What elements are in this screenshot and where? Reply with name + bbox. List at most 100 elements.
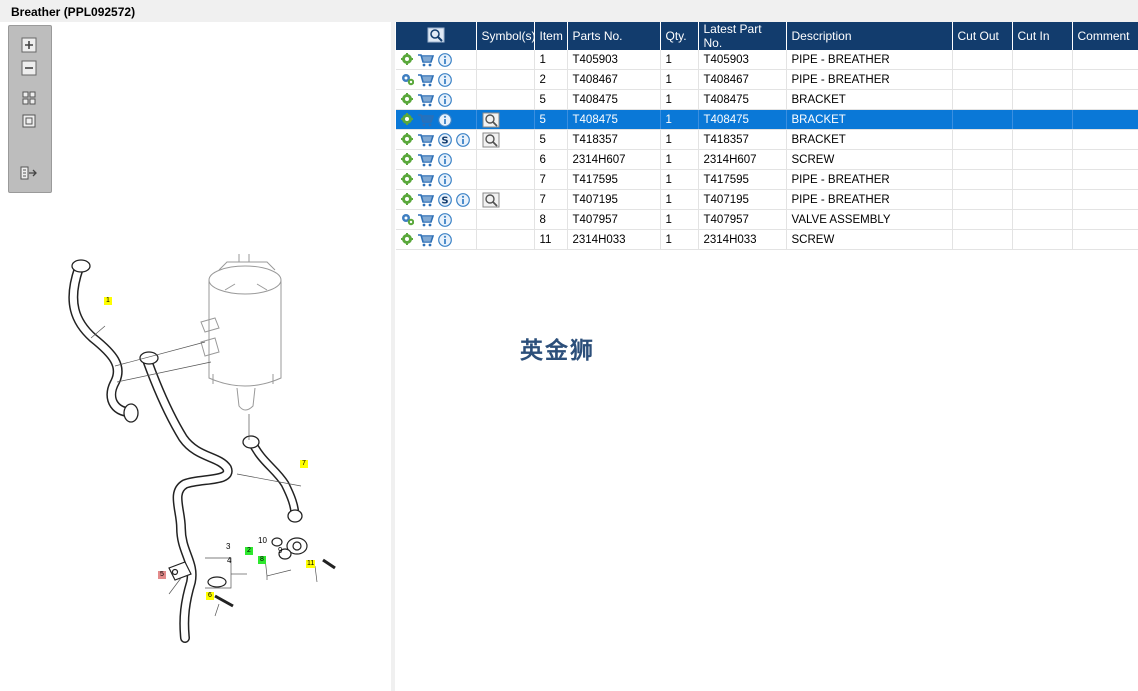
info-icon[interactable] [438, 212, 452, 227]
callout-10[interactable]: 10 [258, 536, 267, 545]
diagram-panel[interactable]: 1 2 3 4 5 6 7 8 9 10 11 [5, 22, 392, 691]
column-header-description[interactable]: Description [786, 22, 953, 50]
cell-cut-out [952, 50, 1013, 70]
cart-icon[interactable] [418, 233, 434, 247]
cart-icon[interactable] [418, 133, 434, 147]
row-symbols [476, 169, 535, 190]
cell-description: SCREW [786, 229, 953, 250]
cart-icon[interactable] [418, 73, 434, 87]
callout-6[interactable]: 6 [206, 592, 214, 600]
column-header-latest-part-no[interactable]: Latest Part No. [698, 22, 787, 50]
cell-latest-part-no: T408475 [698, 89, 787, 110]
cell-qty: 1 [660, 149, 699, 170]
assembly-gears-icon[interactable] [401, 73, 414, 86]
cart-icon[interactable] [418, 193, 434, 207]
find-in-drawing-icon[interactable] [482, 132, 500, 148]
cart-icon[interactable] [418, 153, 434, 167]
info-icon[interactable] [438, 112, 452, 127]
column-header-parts-no[interactable]: Parts No. [567, 22, 661, 50]
cell-item: 5 [534, 129, 568, 150]
table-row[interactable]: 5 T408475 1 T408475 BRACKET [396, 109, 1138, 130]
cart-icon[interactable] [418, 213, 434, 227]
table-row[interactable]: S 7 T407195 1 T407195 PIPE - BREATHER [396, 189, 1138, 210]
info-icon[interactable] [438, 172, 452, 187]
panel-splitter[interactable] [391, 22, 395, 691]
gear-icon[interactable] [401, 233, 414, 246]
callout-2[interactable]: 2 [245, 547, 253, 555]
svg-text:S: S [441, 195, 448, 206]
column-header-qty[interactable]: Qty. [660, 22, 699, 50]
info-icon[interactable] [456, 132, 470, 147]
column-header-cut-in[interactable]: Cut In [1012, 22, 1073, 50]
cell-item: 5 [534, 89, 568, 110]
column-header-comment[interactable]: Comment [1072, 22, 1138, 50]
callout-4[interactable]: 4 [227, 556, 231, 565]
gear-icon[interactable] [401, 133, 414, 146]
cell-latest-part-no: T417595 [698, 169, 787, 190]
cart-icon[interactable] [418, 113, 434, 127]
table-row[interactable]: 8 T407957 1 T407957 VALVE ASSEMBLY [396, 209, 1138, 230]
cell-latest-part-no: T418357 [698, 129, 787, 150]
info-icon[interactable] [438, 72, 452, 87]
table-row[interactable]: 1 T405903 1 T405903 PIPE - BREATHER [396, 50, 1138, 70]
gear-icon[interactable] [401, 193, 414, 206]
supersession-s-icon[interactable]: S [438, 192, 452, 207]
gear-icon[interactable] [401, 153, 414, 166]
column-header-cut-out[interactable]: Cut Out [952, 22, 1013, 50]
table-row[interactable]: 5 T408475 1 T408475 BRACKET [396, 89, 1138, 110]
cell-qty: 1 [660, 209, 699, 230]
table-row[interactable]: 11 2314H033 1 2314H033 SCREW [396, 229, 1138, 250]
callout-11[interactable]: 11 [306, 560, 316, 568]
callout-7[interactable]: 7 [300, 460, 308, 468]
cell-cut-out [952, 189, 1013, 210]
gear-icon[interactable] [401, 113, 414, 126]
info-icon[interactable] [438, 92, 452, 107]
column-header-item[interactable]: Item [534, 22, 568, 50]
cell-comment [1072, 229, 1138, 250]
cell-part-no: 2314H033 [567, 229, 661, 250]
info-icon[interactable] [438, 232, 452, 247]
callout-3[interactable]: 3 [226, 542, 230, 551]
column-header-actions[interactable] [396, 22, 477, 50]
info-icon[interactable] [438, 152, 452, 167]
gear-icon[interactable] [401, 173, 414, 186]
table-header-row: Symbol(s) Item Parts No. Qty. Latest Par… [396, 22, 1138, 50]
cell-comment [1072, 109, 1138, 130]
column-header-symbols[interactable]: Symbol(s) [476, 22, 536, 50]
cell-cut-in [1012, 209, 1073, 230]
cart-icon[interactable] [418, 173, 434, 187]
table-row[interactable]: 2 T408467 1 T408467 PIPE - BREATHER [396, 69, 1138, 90]
cell-latest-part-no: T408475 [698, 109, 787, 130]
gear-icon[interactable] [401, 93, 414, 106]
cell-cut-out [952, 209, 1013, 230]
cell-qty: 1 [660, 189, 699, 210]
callout-9[interactable]: 9 [278, 546, 282, 555]
cell-cut-in [1012, 189, 1073, 210]
callout-8[interactable]: 8 [258, 556, 266, 564]
cell-description: PIPE - BREATHER [786, 189, 953, 210]
cell-item: 7 [534, 189, 568, 210]
find-in-drawing-icon[interactable] [482, 112, 500, 128]
parts-table: Symbol(s) Item Parts No. Qty. Latest Par… [396, 22, 1138, 250]
cart-icon[interactable] [418, 53, 434, 67]
supersession-s-icon[interactable]: S [438, 132, 452, 147]
table-row[interactable]: 6 2314H607 1 2314H607 SCREW [396, 149, 1138, 170]
row-symbols [476, 50, 535, 70]
pipe-breather-1 [68, 259, 139, 423]
table-row[interactable]: 7 T417595 1 T417595 PIPE - BREATHER [396, 169, 1138, 190]
callout-1[interactable]: 1 [104, 297, 112, 305]
watermark: 英金狮 [520, 338, 595, 364]
gear-icon[interactable] [401, 53, 414, 66]
cart-icon[interactable] [418, 93, 434, 107]
cell-qty: 1 [660, 89, 699, 110]
info-icon[interactable] [456, 192, 470, 207]
info-icon[interactable] [438, 52, 452, 67]
callout-5[interactable]: 5 [158, 571, 166, 579]
assembly-gears-icon[interactable] [401, 213, 414, 226]
find-in-drawing-icon[interactable] [482, 192, 500, 208]
cell-part-no: T408467 [567, 69, 661, 90]
row-actions [396, 89, 477, 110]
cell-cut-in [1012, 69, 1073, 90]
table-row[interactable]: S 5 T418357 1 T418357 BRACKET [396, 129, 1138, 150]
row-symbols [476, 189, 535, 210]
